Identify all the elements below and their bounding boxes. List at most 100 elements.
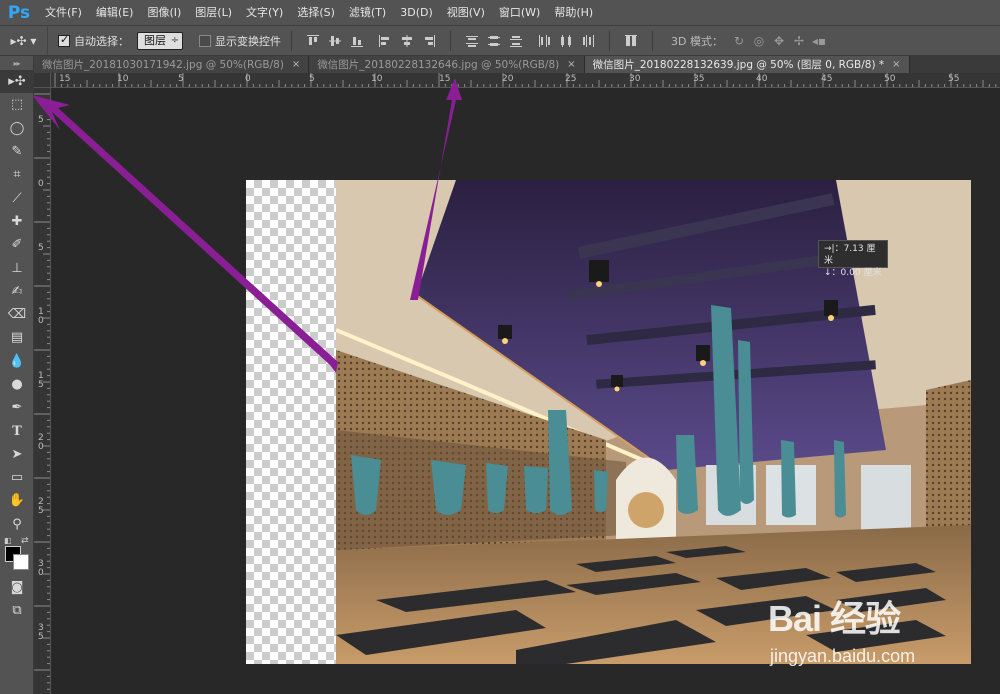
ruler-label: 15 [439, 74, 451, 84]
menu-image[interactable]: 图像(I) [140, 0, 188, 25]
tab-document-3[interactable]: 微信图片_20180228132639.jpg @ 50% (图层 0, RGB… [584, 56, 910, 73]
3d-scale-icon[interactable]: ◂▪ [809, 31, 829, 51]
3d-rotate-icon[interactable]: ↻ [729, 31, 749, 51]
measurement-tooltip: →|：7.13 厘米 ↓：0.00 厘米 [818, 240, 888, 278]
healing-brush-tool-icon[interactable]: ✚ [0, 210, 34, 233]
menu-select[interactable]: 选择(S) [290, 0, 342, 25]
baidu-jingyan-watermark: Bai 经验 jingyan.baidu.com [768, 590, 993, 670]
ruler-label: 35 [693, 74, 705, 84]
ruler-label: 5 [309, 74, 315, 84]
ruler-origin[interactable] [34, 73, 51, 88]
tab-label: 微信图片_20181030171942.jpg @ 50%(RGB/8) [42, 59, 284, 71]
3d-slide-icon[interactable]: ✢ [789, 31, 809, 51]
tab-document-2[interactable]: 微信图片_20180228132646.jpg @ 50%(RGB/8) × [309, 56, 585, 73]
align-top-icon[interactable] [302, 31, 324, 51]
align-hcenter-icon[interactable] [396, 31, 418, 51]
close-icon[interactable]: × [292, 59, 300, 70]
ruler-label: 10 [371, 74, 383, 84]
separator [609, 30, 610, 51]
distribute-vcenter-icon[interactable] [483, 31, 505, 51]
path-select-tool-icon[interactable]: ➤ [0, 443, 34, 466]
crop-tool-icon[interactable]: ⌗ [0, 163, 34, 186]
ruler-label: 40 [756, 74, 768, 84]
ruler-label: 5 [178, 74, 184, 84]
align-right-icon[interactable] [418, 31, 440, 51]
default-colors-icon[interactable]: ◧ [4, 536, 12, 545]
ruler-label: 1 5 [38, 371, 44, 390]
rectangle-tool-icon[interactable]: ▭ [0, 466, 34, 489]
distribute-right-icon[interactable] [577, 31, 599, 51]
swap-colors-icon[interactable]: ⇄ [21, 536, 29, 546]
tab-document-1[interactable]: 微信图片_20181030171942.jpg @ 50%(RGB/8) × [34, 56, 310, 73]
auto-select-target-dropdown[interactable]: 图层 [137, 31, 183, 50]
ruler-label: 30 [629, 74, 641, 84]
close-icon[interactable]: × [892, 59, 900, 70]
clone-stamp-tool-icon[interactable]: ⊥ [0, 256, 34, 279]
ruler-label: 1 0 [38, 307, 44, 326]
eraser-tool-icon[interactable]: ⌫ [0, 303, 34, 326]
align-left-icon[interactable] [374, 31, 396, 51]
ruler-label: 25 [565, 74, 577, 84]
menu-help[interactable]: 帮助(H) [547, 0, 600, 25]
eyedropper-tool-icon[interactable]: ⟋ [0, 186, 34, 209]
distribute-top-icon[interactable] [461, 31, 483, 51]
align-vcenter-icon[interactable] [324, 31, 346, 51]
align-bottom-icon[interactable] [346, 31, 368, 51]
menu-window[interactable]: 窗口(W) [492, 0, 547, 25]
marquee-tool-icon[interactable]: ⬚ [0, 93, 34, 116]
menu-file[interactable]: 文件(F) [38, 0, 89, 25]
lasso-tool-icon[interactable]: ◯ [0, 117, 34, 140]
screen-mode-icon[interactable]: ⧉ [0, 599, 34, 622]
tool-preset-picker[interactable]: ▸✣ ▾ [0, 26, 48, 55]
ruler-label: 3 5 [38, 623, 44, 642]
quick-select-tool-icon[interactable]: ✎ [0, 140, 34, 163]
watermark-url: jingyan.baidu.com [770, 646, 916, 666]
quick-mask-icon[interactable]: ◙ [0, 576, 34, 599]
menu-type[interactable]: 文字(Y) [239, 0, 290, 25]
history-brush-tool-icon[interactable]: ✍ [0, 280, 34, 303]
background-color[interactable] [13, 553, 29, 570]
gradient-tool-icon[interactable]: ▤ [0, 326, 34, 349]
menu-layer[interactable]: 图层(L) [188, 0, 239, 25]
ruler-label: 20 [502, 74, 514, 84]
menu-edit[interactable]: 编辑(E) [89, 0, 141, 25]
dodge-tool-icon[interactable]: ● [0, 373, 34, 396]
hand-tool-icon[interactable]: ✋ [0, 489, 34, 512]
distribute-bottom-icon[interactable] [505, 31, 527, 51]
auto-select-checkbox[interactable] [58, 33, 70, 47]
auto-align-layers-icon[interactable] [620, 31, 642, 51]
3d-pan-icon[interactable]: ✥ [769, 31, 789, 51]
separator [652, 30, 653, 51]
3d-roll-icon[interactable]: ◎ [749, 31, 769, 51]
vertical-ruler[interactable]: 5 0 5 1 0 1 5 2 0 2 5 3 0 3 5 [34, 88, 51, 694]
horizontal-ruler[interactable]: 15 10 5 0 5 10 15 20 25 30 35 40 45 50 5… [51, 73, 1000, 88]
measure-x: →|：7.13 厘米 [824, 244, 876, 266]
brush-tool-icon[interactable]: ✐ [0, 233, 34, 256]
menu-3d[interactable]: 3D(D) [393, 0, 440, 25]
watermark-brand: Bai 经验 [768, 598, 901, 639]
move-tool-icon[interactable]: ▸✣ [0, 70, 34, 94]
toolbar-grip[interactable]: ▸▸ [0, 56, 33, 70]
ruler-label: 0 [38, 179, 44, 189]
color-swatches: ◧ ⇄ [0, 536, 33, 576]
tab-label: 微信图片_20180228132639.jpg @ 50% (图层 0, RGB… [592, 59, 885, 71]
ruler-label: 2 5 [38, 497, 44, 516]
menu-view[interactable]: 视图(V) [440, 0, 492, 25]
ruler-label: 55 [948, 74, 960, 84]
blur-tool-icon[interactable]: 💧 [0, 350, 34, 373]
separator [291, 30, 292, 51]
show-transform-checkbox[interactable] [199, 34, 211, 47]
pen-tool-icon[interactable]: ✒ [0, 396, 34, 419]
photoshop-logo[interactable]: Ps [0, 0, 38, 25]
options-bar: ▸✣ ▾ 自动选择： 图层 显示变换控件 3D 模式： ↻ ◎ ✥ ✢ ◂▪ [0, 25, 1000, 56]
distribute-left-icon[interactable] [533, 31, 555, 51]
distribute-hcenter-icon[interactable] [555, 31, 577, 51]
show-transform-label: 显示变换控件 [215, 34, 281, 48]
type-tool-icon[interactable]: T [0, 419, 34, 442]
close-icon[interactable]: × [567, 59, 575, 70]
menu-filter[interactable]: 滤镜(T) [342, 0, 393, 25]
tools-panel: ▸▸ ▸✣ ⬚ ◯ ✎ ⌗ ⟋ ✚ ✐ ⊥ ✍ ⌫ ▤ 💧 ● ✒ T ➤ ▭ … [0, 56, 34, 694]
menu-bar: Ps 文件(F) 编辑(E) 图像(I) 图层(L) 文字(Y) 选择(S) 滤… [0, 0, 1000, 25]
zoom-tool-icon[interactable]: ⚲ [0, 513, 34, 536]
ruler-label: 45 [821, 74, 833, 84]
